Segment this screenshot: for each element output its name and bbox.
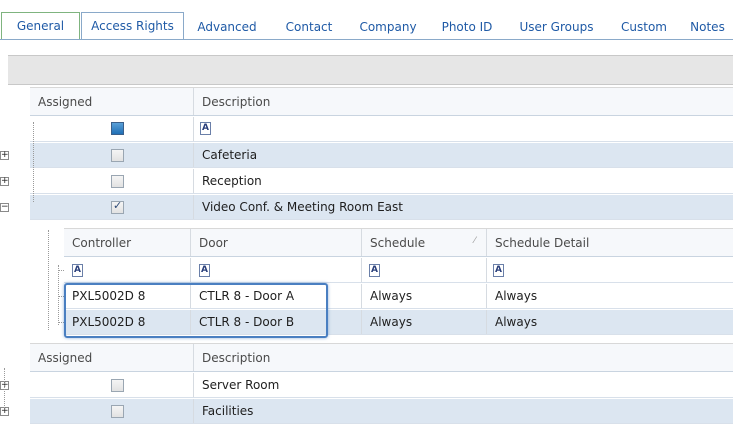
filter-icon[interactable]: A bbox=[493, 264, 504, 277]
tab-contact[interactable]: Contact bbox=[274, 14, 344, 40]
table-row[interactable]: Reception bbox=[30, 169, 733, 194]
tab-advanced[interactable]: Advanced bbox=[188, 14, 266, 40]
column-header-assigned[interactable]: Assigned bbox=[30, 88, 193, 115]
sort-icon[interactable]: ⁄ bbox=[474, 236, 476, 246]
tab-notes[interactable]: Notes bbox=[682, 14, 733, 40]
collapse-icon[interactable]: − bbox=[0, 203, 9, 212]
row-description: Cafeteria bbox=[202, 148, 258, 162]
detail-filter-row: A A A A bbox=[64, 258, 733, 283]
tab-photo-id[interactable]: Photo ID bbox=[432, 14, 502, 40]
column-separator bbox=[486, 258, 487, 282]
assigned-checkbox[interactable] bbox=[111, 379, 124, 392]
tab-strip: General Access Rights Advanced Contact C… bbox=[0, 0, 733, 42]
assigned-checkbox[interactable] bbox=[111, 149, 124, 162]
row-description: Reception bbox=[202, 174, 262, 188]
assigned-checkbox[interactable] bbox=[111, 199, 124, 214]
tab-custom[interactable]: Custom bbox=[612, 14, 676, 40]
column-header-description[interactable]: Description bbox=[194, 88, 733, 115]
column-header-assigned[interactable]: Assigned bbox=[30, 344, 193, 371]
table-row[interactable]: Server Room bbox=[30, 373, 733, 398]
assigned-checkbox[interactable] bbox=[111, 175, 124, 188]
row-description: Server Room bbox=[202, 378, 280, 392]
expand-icon[interactable]: + bbox=[0, 151, 9, 160]
row-description: Video Conf. & Meeting Room East bbox=[202, 200, 403, 214]
schedule-cell: Always bbox=[370, 315, 413, 329]
column-header-controller[interactable]: Controller bbox=[64, 229, 190, 256]
tree-line bbox=[4, 368, 5, 408]
schedule-detail-cell: Always bbox=[495, 315, 538, 329]
tab-general[interactable]: General bbox=[1, 12, 80, 41]
detail-grid-header: Controller Door Schedule ⁄ Schedule Deta… bbox=[64, 228, 733, 257]
column-header-schedule-detail[interactable]: Schedule Detail bbox=[487, 229, 733, 256]
tree-line bbox=[33, 122, 34, 202]
filter-icon[interactable]: A bbox=[199, 264, 210, 277]
grid-header: Assigned Description bbox=[30, 87, 733, 116]
filter-row: A bbox=[30, 117, 733, 142]
tab-user-groups[interactable]: User Groups bbox=[508, 14, 605, 40]
expand-icon[interactable]: + bbox=[0, 407, 9, 416]
schedule-cell: Always bbox=[370, 289, 413, 303]
table-row-expanded[interactable]: Video Conf. & Meeting Room East bbox=[30, 195, 733, 220]
grid-header-repeat: Assigned Description bbox=[30, 343, 733, 372]
filter-icon[interactable]: A bbox=[200, 122, 211, 135]
column-separator bbox=[193, 117, 194, 141]
group-by-bar bbox=[8, 55, 733, 85]
column-header-door[interactable]: Door bbox=[191, 229, 361, 256]
filter-icon[interactable]: A bbox=[369, 264, 380, 277]
select-all-checkbox[interactable] bbox=[111, 122, 124, 135]
row-description: Facilities bbox=[202, 404, 254, 418]
column-separator bbox=[361, 258, 362, 282]
expand-icon[interactable]: + bbox=[0, 177, 9, 186]
selection-highlight bbox=[64, 283, 328, 338]
filter-icon[interactable]: A bbox=[72, 264, 83, 277]
assigned-checkbox[interactable] bbox=[111, 405, 124, 418]
tree-line bbox=[58, 265, 59, 325]
schedule-detail-cell: Always bbox=[495, 289, 538, 303]
column-header-description[interactable]: Description bbox=[194, 344, 733, 371]
tree-line bbox=[58, 270, 64, 271]
tree-line bbox=[48, 230, 49, 330]
column-separator bbox=[190, 258, 191, 282]
tab-access-rights[interactable]: Access Rights bbox=[81, 12, 184, 42]
table-row[interactable]: Cafeteria bbox=[30, 143, 733, 168]
table-row[interactable]: Facilities bbox=[30, 399, 733, 424]
tab-company[interactable]: Company bbox=[350, 14, 426, 40]
column-header-schedule[interactable]: Schedule bbox=[362, 229, 486, 256]
